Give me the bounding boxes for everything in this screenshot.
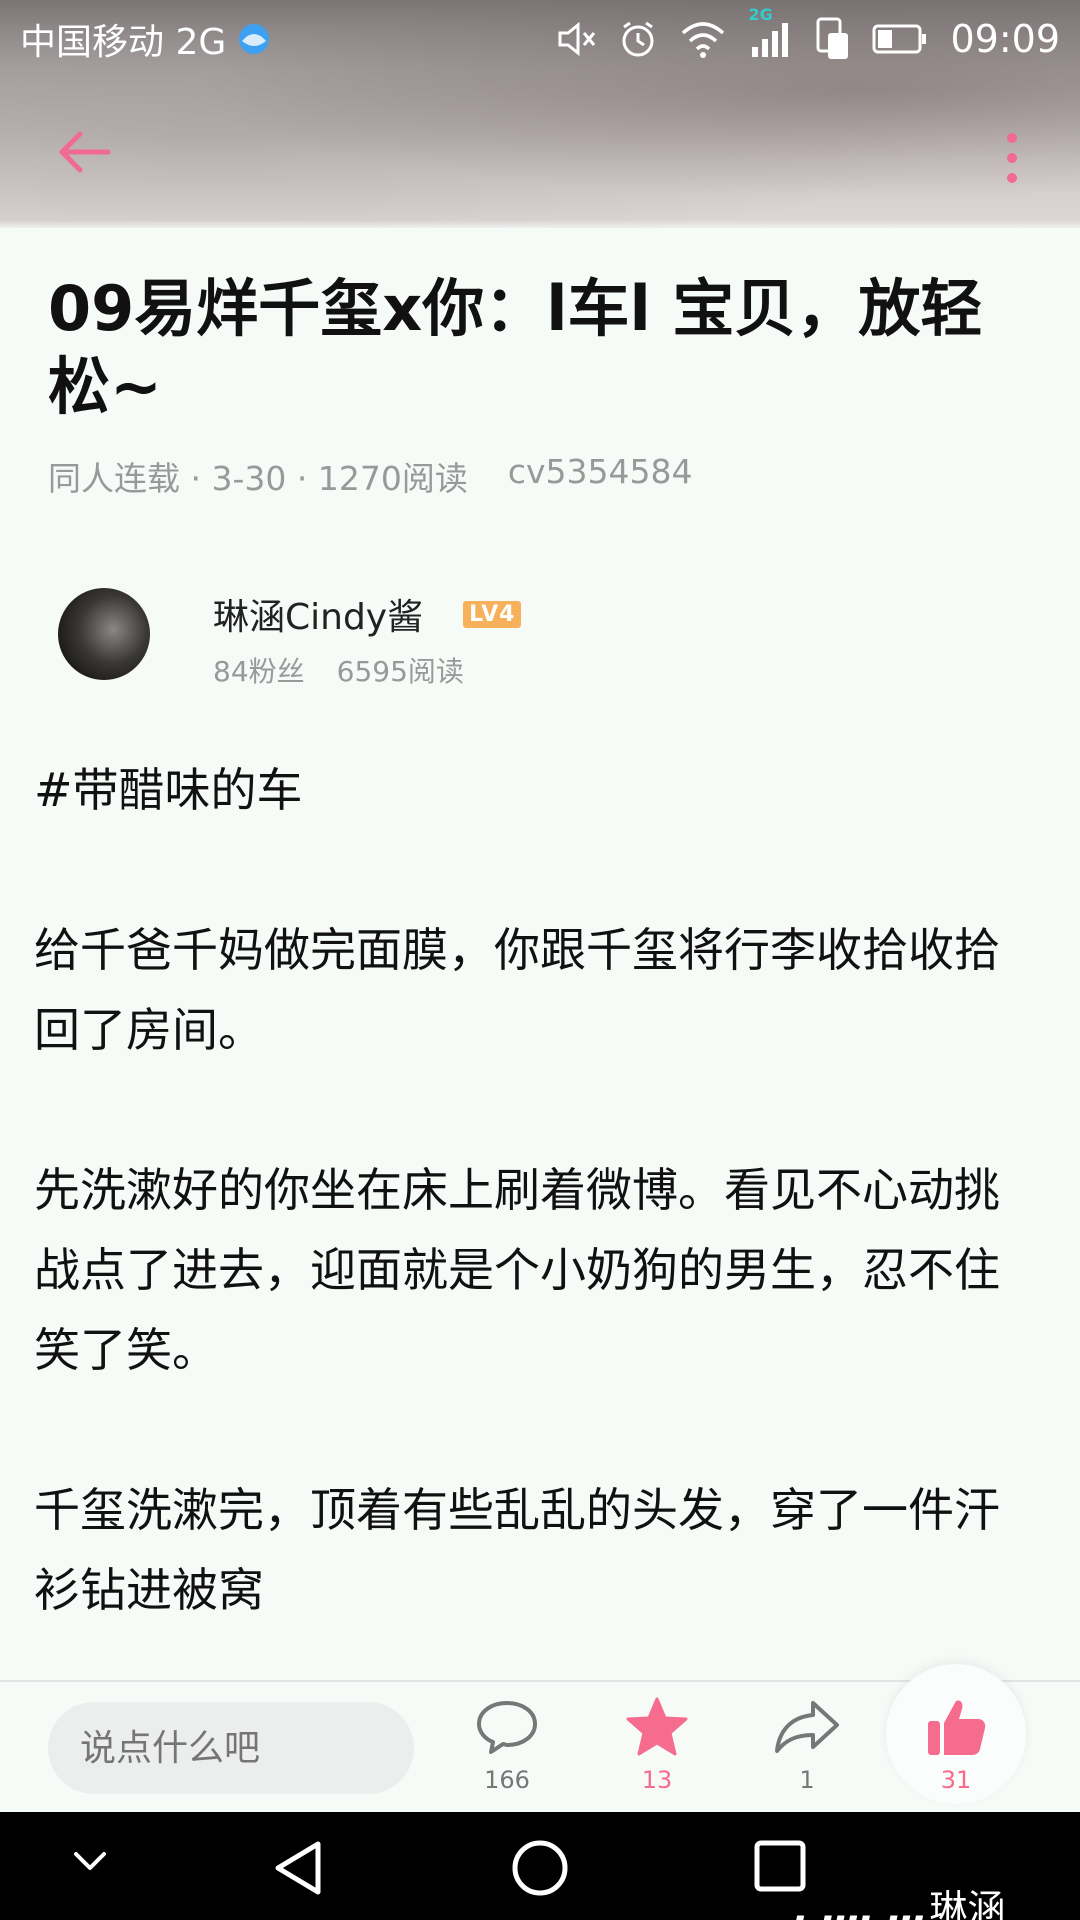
- article-paragraph: 千玺洗漱完，顶着有些乱乱的头发，穿了一件汗衫钻进被窝: [34, 1483, 1000, 1617]
- level-badge: LV4: [463, 600, 522, 628]
- alarm-icon: [618, 19, 658, 59]
- thumbs-up-icon: [896, 1692, 1016, 1762]
- sim-icon: [816, 17, 850, 61]
- author-stats: 84粉丝 6595阅读: [213, 650, 464, 690]
- article-body: #带醋味的车 给千爸千妈做完面膜，你跟千玺将行李收拾收拾回了房间。 先洗漱好的你…: [34, 750, 1044, 1630]
- status-bar: 中国移动 2G 2G 09:09: [0, 0, 1080, 78]
- nav-back-icon[interactable]: [270, 1838, 326, 1902]
- status-left: 中国移动 2G: [20, 13, 272, 65]
- favorite-count: 13: [641, 1766, 673, 1794]
- author-name[interactable]: 琳涵Cindy酱: [213, 588, 423, 640]
- browser-icon: [236, 21, 272, 57]
- comment-icon: [447, 1692, 567, 1762]
- comment-button[interactable]: 166: [447, 1692, 567, 1808]
- clock: 09:09: [950, 17, 1060, 61]
- carrier-label: 中国移动 2G: [20, 22, 227, 63]
- article-paragraph: 先洗漱好的你坐在床上刷着微博。看见不心动挑战点了进去，迎面就是个小奶狗的男生，忍…: [34, 1163, 1000, 1377]
- more-vertical-icon[interactable]: [1000, 132, 1024, 188]
- signal-icon: 2G: [748, 5, 794, 59]
- article-paragraph: 给千爸千妈做完面膜，你跟千玺将行李收拾收拾回了房间。: [34, 923, 1000, 1057]
- watermark-user: 琳涵Cindy酱: [929, 1887, 1006, 1920]
- author-name-row: 琳涵Cindy酱 LV4: [213, 588, 522, 640]
- mute-icon: [556, 19, 596, 59]
- article-meta-info: 同人连载 · 3-30 · 1270阅读: [48, 459, 468, 498]
- chevron-down-icon[interactable]: [72, 1850, 108, 1878]
- avatar[interactable]: [58, 588, 150, 680]
- author-row[interactable]: 琳涵Cindy酱 LV4 84粉丝 6595阅读: [58, 588, 1018, 698]
- star-icon: [597, 1692, 717, 1762]
- comment-count: 166: [484, 1766, 530, 1794]
- wifi-icon: [680, 19, 726, 59]
- author-fans: 84粉丝: [213, 655, 305, 688]
- article-id: cv5354584: [507, 452, 693, 491]
- bilibili-watermark: bilibili 琳涵Cindy酱: [790, 1878, 1080, 1920]
- share-icon: [747, 1692, 867, 1762]
- favorite-button[interactable]: 13: [597, 1692, 717, 1808]
- article-meta: 同人连载 · 3-30 · 1270阅读 cv5354584: [48, 452, 692, 500]
- like-count: 31: [940, 1766, 972, 1794]
- article-title: 09易烊千玺x你：l车l 宝贝，放轻松~: [48, 272, 983, 423]
- comment-input[interactable]: [48, 1702, 414, 1794]
- like-button[interactable]: 31: [896, 1692, 1016, 1808]
- article-header: 中国移动 2G 2G 09:09: [0, 0, 1080, 228]
- share-count: 1: [799, 1766, 815, 1794]
- share-button[interactable]: 1: [747, 1692, 867, 1808]
- bilibili-logo: bilibili: [790, 1910, 923, 1920]
- network-badge: 2G: [748, 5, 773, 24]
- battery-icon: [872, 23, 928, 55]
- nav-home-icon[interactable]: [510, 1838, 570, 1902]
- back-arrow-icon[interactable]: [56, 128, 112, 180]
- author-reads: 6595阅读: [336, 655, 464, 688]
- bottom-action-bar: 166 13 1 31: [0, 1664, 1080, 1812]
- status-right: 2G 09:09: [556, 5, 1060, 61]
- article-paragraph: #带醋味的车: [34, 763, 303, 817]
